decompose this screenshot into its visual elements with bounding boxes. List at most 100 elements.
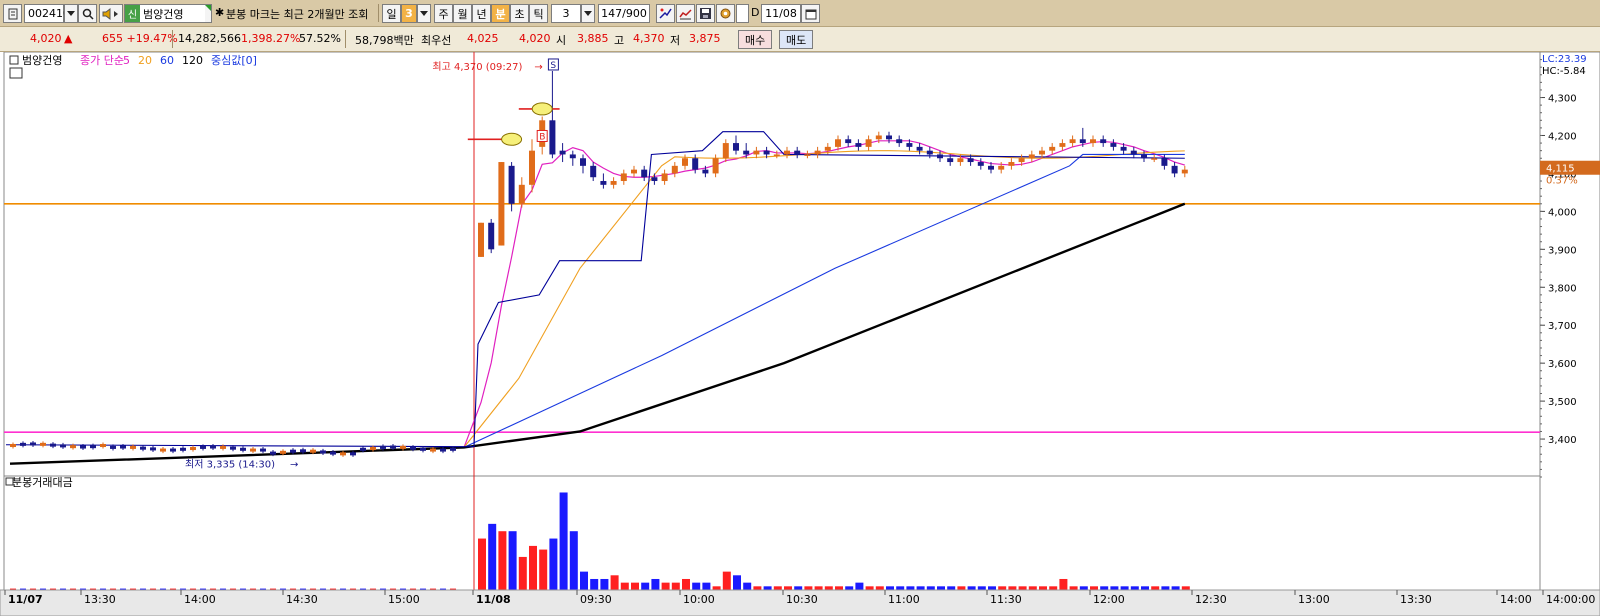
volume-bar [580, 571, 588, 590]
candle [508, 165, 515, 204]
volume-bar [773, 586, 782, 590]
candle [1008, 162, 1015, 166]
candle [370, 447, 376, 451]
candle [60, 444, 66, 448]
buy-button[interactable]: 매수 [738, 30, 773, 49]
candle [300, 449, 306, 453]
x-tick-label: 10:00 [683, 593, 715, 606]
volume-bar [549, 538, 558, 590]
candle [250, 448, 256, 452]
period-day[interactable]: 일 [382, 4, 401, 23]
volume-ratio: 1,398.27% [241, 32, 301, 45]
search-icon[interactable] [78, 4, 97, 23]
candle [845, 139, 852, 144]
volume-bar [1069, 586, 1078, 590]
candle [722, 143, 729, 159]
buy-signal-letter: B [539, 132, 545, 142]
candle [1161, 158, 1168, 166]
x-tick-label: 13:30 [1400, 593, 1432, 606]
period-tick[interactable]: 틱 [529, 4, 548, 23]
candle [1130, 150, 1137, 155]
period-minute[interactable]: 분 [491, 4, 510, 23]
period-second[interactable]: 초 [510, 4, 529, 23]
volume-bar [702, 582, 711, 590]
legend-item-0: 종가 단순 [80, 54, 124, 67]
volume-bar [671, 582, 680, 590]
calendar-icon[interactable] [801, 4, 820, 23]
volume-bar [947, 586, 956, 590]
count-input[interactable]: 147/900 [598, 4, 650, 23]
volume-bar [682, 578, 690, 590]
volume-bar [478, 538, 486, 590]
x-tick-label: 14:00:00 [1546, 593, 1595, 606]
candle [1171, 165, 1178, 174]
code-dropdown-chevron-down-icon[interactable] [64, 4, 78, 23]
legend-item-5: 중심값[0] [211, 54, 257, 67]
candle [692, 158, 699, 170]
volume-bar [896, 586, 905, 590]
volume-bar [508, 531, 517, 590]
price-change: 655 +19.47% [102, 32, 178, 45]
interval-input[interactable]: 3 [551, 4, 581, 23]
speaker-icon[interactable] [99, 4, 123, 23]
volume-bar [1090, 586, 1098, 590]
high-label: 최고 4,370 (09:27) [432, 61, 522, 73]
day-count-chevron-down-icon[interactable] [417, 4, 431, 23]
interval-chevron-down-icon[interactable] [581, 4, 595, 23]
period-month[interactable]: 월 [453, 4, 472, 23]
candle [430, 448, 436, 452]
x-tick-label: 13:30 [84, 593, 116, 606]
candle [160, 448, 166, 452]
period-day-count[interactable]: 3 [401, 4, 417, 23]
candle [400, 445, 406, 449]
gear-icon[interactable] [716, 4, 735, 23]
candle [10, 443, 16, 448]
candle [1151, 158, 1158, 160]
save-icon[interactable] [696, 4, 715, 23]
volume-bar [631, 582, 639, 590]
candle [906, 143, 913, 147]
chart-mark-note: 분봉 마크는 최근 2개월만 조회 [226, 8, 369, 21]
period-year[interactable]: 년 [472, 4, 491, 23]
candle [110, 445, 116, 449]
interval-value: 3 [562, 7, 570, 20]
stock-code-input[interactable]: 002410 [24, 4, 70, 23]
volume-bar [794, 586, 803, 590]
candle [120, 445, 126, 449]
candle [450, 447, 456, 451]
scroll-toggle-icon[interactable] [656, 4, 675, 23]
volume-bar [610, 575, 619, 590]
candle [260, 448, 266, 452]
x-tick-label: 10:30 [786, 593, 818, 606]
new-badge: 신 [125, 5, 140, 22]
candle [855, 143, 862, 147]
code-search-icon[interactable] [3, 4, 22, 23]
quote-bar: 4,020 ▲ 655 +19.47% 14,282,566 1,398.27%… [0, 27, 1600, 52]
volume-bar [763, 586, 772, 590]
volume-bar [926, 586, 935, 590]
y-tick-label: 3,400 [1548, 435, 1577, 446]
candle [549, 120, 556, 155]
candle [140, 446, 146, 450]
candle [50, 443, 56, 447]
sell-button[interactable]: 매도 [779, 30, 814, 49]
volume-checkbox [5, 477, 14, 486]
date-input[interactable]: 11/08 [761, 4, 801, 23]
date-prefix: D [751, 6, 760, 19]
candle [916, 146, 923, 151]
period-week[interactable]: 주 [434, 4, 453, 23]
stock-name-box[interactable]: 신 범양건영 [124, 4, 212, 23]
price-chart[interactable]: 분봉거래대금60,0040,0020,00 4,3004,2004,1004,0… [0, 52, 1600, 616]
candle [210, 445, 216, 449]
candle [947, 158, 954, 163]
divider [172, 30, 173, 48]
candle [957, 158, 964, 163]
line-chart-icon[interactable] [676, 4, 695, 23]
low-label: 최저 3,335 (14:30) [185, 459, 275, 471]
volume-bar [967, 586, 976, 590]
volume-bar [1018, 586, 1027, 590]
date-checkbox[interactable] [736, 4, 749, 23]
volume-bar [590, 578, 599, 590]
last-price-label: 4,115 [1546, 164, 1575, 175]
volume-bar [1039, 586, 1047, 590]
